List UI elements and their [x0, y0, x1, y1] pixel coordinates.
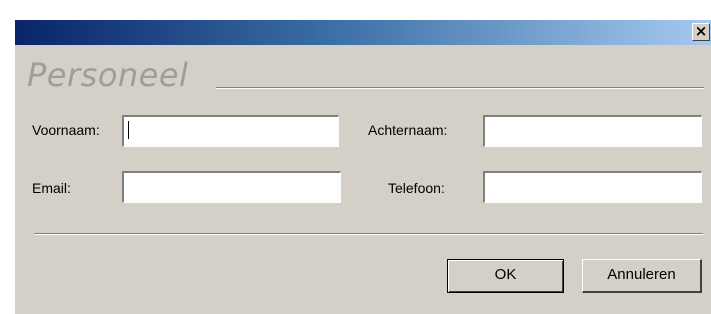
voornaam-label: Voornaam: — [32, 122, 100, 138]
text-caret — [128, 121, 129, 139]
telefoon-field[interactable] — [483, 171, 702, 203]
email-label: Email: — [32, 180, 71, 196]
cancel-button[interactable]: Annuleren — [582, 259, 702, 293]
ok-button[interactable]: OK — [447, 259, 564, 293]
heading-divider — [216, 87, 704, 89]
title-bar[interactable]: × — [15, 20, 711, 45]
achternaam-label: Achternaam: — [368, 122, 448, 138]
telefoon-label: Telefoon: — [388, 180, 445, 196]
close-icon[interactable]: × — [692, 23, 710, 41]
email-field[interactable] — [122, 171, 341, 203]
button-separator — [34, 233, 703, 235]
dialog-heading: Personeel — [27, 56, 189, 94]
achternaam-field[interactable] — [483, 115, 702, 147]
voornaam-field[interactable] — [122, 115, 339, 147]
